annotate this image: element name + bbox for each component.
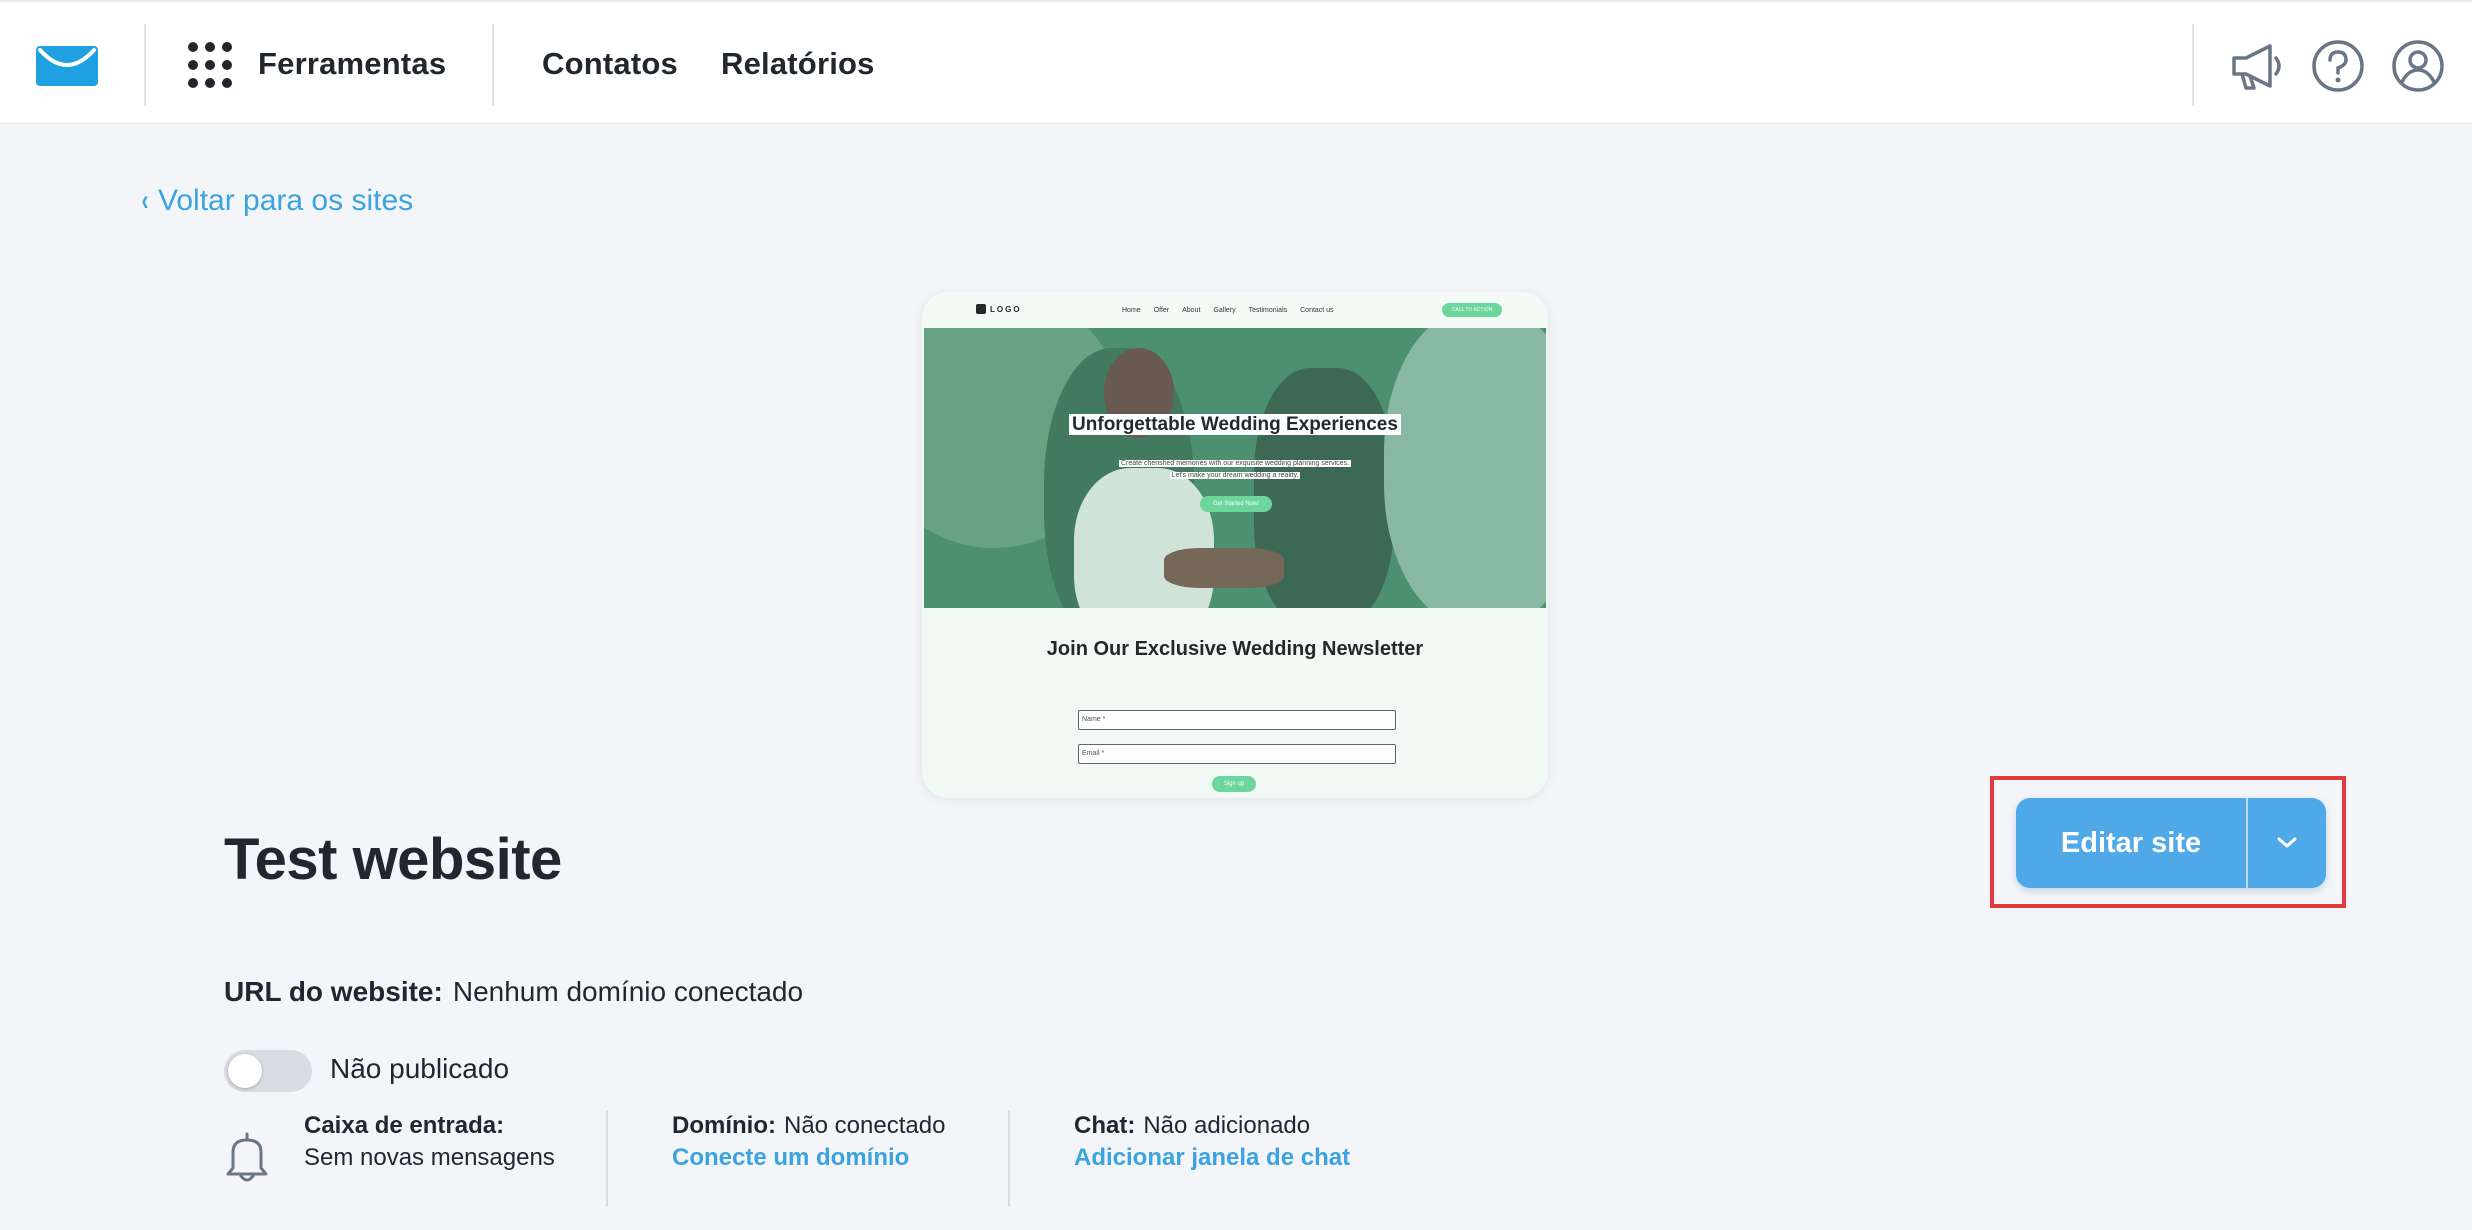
domain-value: Não conectado [783, 1112, 946, 1139]
header-divider [144, 24, 146, 106]
site-title: Test website [224, 827, 562, 892]
nav-tools[interactable]: Ferramentas [258, 46, 446, 82]
toggle-knob [228, 1054, 262, 1088]
help-icon[interactable] [2310, 38, 2366, 94]
apps-grid-icon[interactable] [188, 42, 232, 88]
chevron-left-icon: ‹ [141, 184, 149, 217]
user-account-icon[interactable] [2390, 38, 2446, 94]
info-divider [606, 1110, 608, 1206]
edit-site-button-group: Editar site [2016, 798, 2326, 888]
inbox-info: Caixa de entrada: Sem novas mensagens [304, 1110, 555, 1174]
domain-info: Domínio: Não conectado Conecte um domínio [672, 1110, 945, 1174]
chat-info: Chat: Não adicionado Adicionar janela de … [1074, 1110, 1350, 1174]
chat-label: Chat: [1074, 1112, 1136, 1139]
info-divider [1008, 1110, 1010, 1206]
publish-status-label: Não publicado [330, 1053, 510, 1084]
nav-contacts[interactable]: Contatos [542, 46, 678, 82]
edit-options-dropdown[interactable] [2248, 798, 2326, 888]
url-value: Nenhum domínio conectado [452, 976, 804, 1007]
publish-toggle[interactable] [224, 1050, 312, 1092]
website-url-row: URL do website: Nenhum domínio conectado [224, 976, 803, 1008]
site-preview-thumbnail[interactable]: LOGO Home Offer About Gallery Testimonia… [922, 292, 1548, 798]
add-chat-window-link[interactable]: Adicionar janela de chat [1074, 1142, 1350, 1174]
edit-site-button[interactable]: Editar site [2016, 798, 2246, 888]
chat-value: Não adicionado [1143, 1112, 1311, 1139]
preview-overlay [922, 292, 1548, 798]
inbox-value: Sem novas mensagens [304, 1144, 555, 1171]
chevron-down-icon [2277, 837, 2297, 848]
url-label: URL do website: [224, 976, 443, 1007]
back-link-label: Voltar para os sites [158, 184, 414, 217]
header-divider [492, 24, 494, 106]
domain-label: Domínio: [672, 1112, 776, 1139]
inbox-label: Caixa de entrada: [304, 1112, 505, 1139]
connect-domain-link[interactable]: Conecte um domínio [672, 1142, 945, 1174]
nav-reports[interactable]: Relatórios [721, 46, 875, 82]
bell-icon [224, 1130, 270, 1182]
back-to-sites-link[interactable]: ‹ Voltar para os sites [140, 184, 414, 218]
top-bar: Ferramentas Contatos Relatórios [0, 0, 2472, 124]
megaphone-icon[interactable] [2228, 38, 2284, 94]
brand-logo-icon[interactable] [36, 46, 98, 86]
header-divider [2192, 24, 2194, 106]
